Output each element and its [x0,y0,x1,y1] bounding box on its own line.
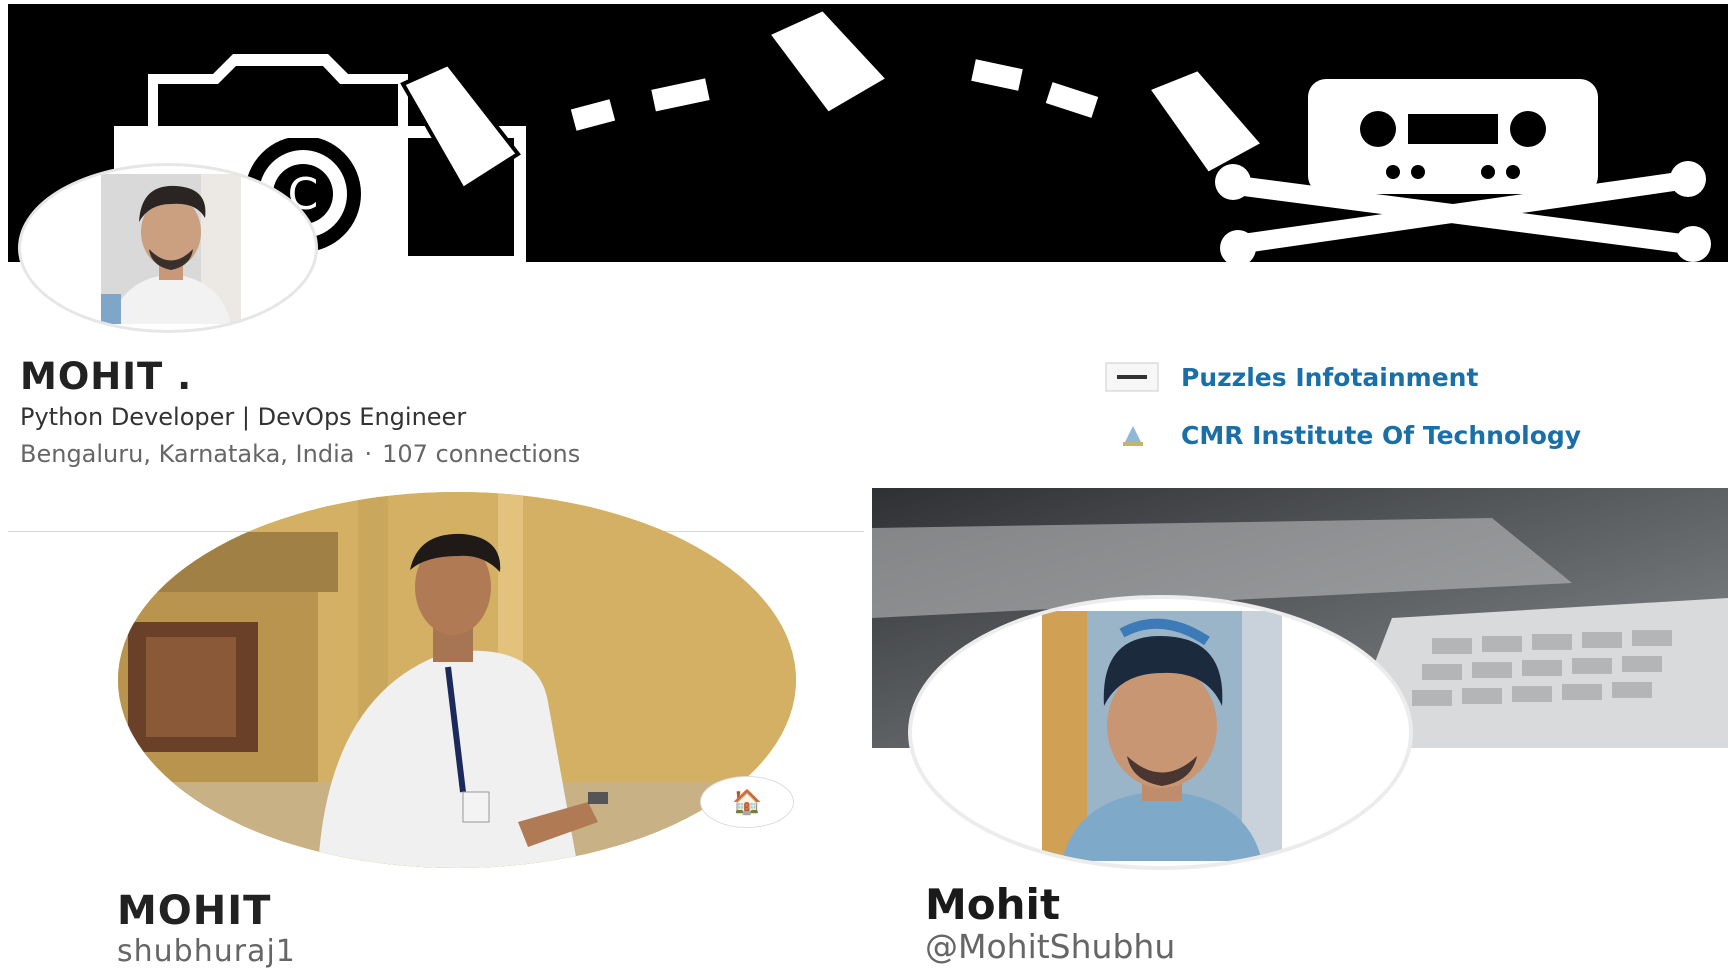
company-logo [1105,362,1159,392]
status-emoji-button[interactable]: 🏠 [700,776,794,828]
github-name: MOHIT [117,888,272,934]
separator-dot: · [364,440,373,468]
twitter-name: Mohit [925,880,1061,929]
profile-location: Bengaluru, Karnataka, India [20,440,355,468]
twitter-avatar-image [1042,611,1282,861]
education-link[interactable]: CMR Institute Of Technology [1105,420,1581,450]
github-avatar-image [118,492,796,868]
cassette-skull-crossbones-icon [1215,79,1711,262]
connections-link[interactable]: 107 connections [382,440,580,468]
company-name: Puzzles Infotainment [1181,362,1479,392]
github-avatar[interactable] [118,492,796,868]
school-logo [1105,420,1159,450]
twitter-avatar[interactable] [908,595,1413,870]
document-icon [400,6,1267,192]
profile-photo[interactable] [18,163,318,333]
github-username: shubhuraj1 [117,934,296,969]
school-name: CMR Institute Of Technology [1181,420,1582,450]
profile-meta: Bengaluru, Karnataka, India · 107 connecti… [20,440,580,468]
profile-headline: Python Developer | DevOps Engineer [20,403,467,431]
house-icon: 🏠 [732,788,762,816]
experience-link[interactable]: Puzzles Infotainment [1105,362,1478,392]
profile-photo-image [101,174,241,324]
twitter-handle: @MohitShubhu [925,927,1176,966]
profile-name: MOHIT . [20,355,193,398]
